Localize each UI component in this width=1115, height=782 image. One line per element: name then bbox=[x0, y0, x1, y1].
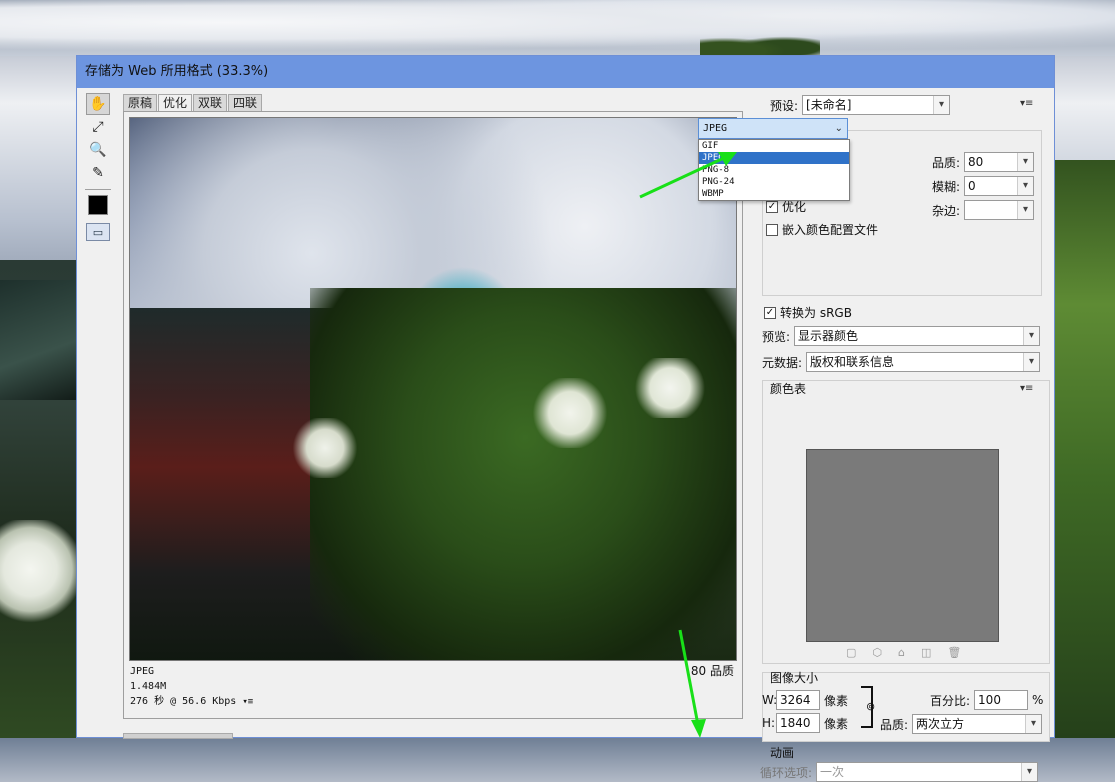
annotation-arrows bbox=[639, 152, 737, 738]
loop-options-select[interactable]: 一次 ▾ bbox=[816, 762, 1039, 782]
annotation-arrow-down bbox=[678, 629, 706, 738]
loop-options-label: 循环选项: bbox=[760, 765, 813, 780]
chevron-down-icon: ▾ bbox=[1021, 763, 1038, 781]
annotation-arrow-format bbox=[639, 152, 737, 199]
animation-title: 动画 bbox=[770, 746, 795, 760]
loop-options-value: 一次 bbox=[820, 765, 845, 779]
